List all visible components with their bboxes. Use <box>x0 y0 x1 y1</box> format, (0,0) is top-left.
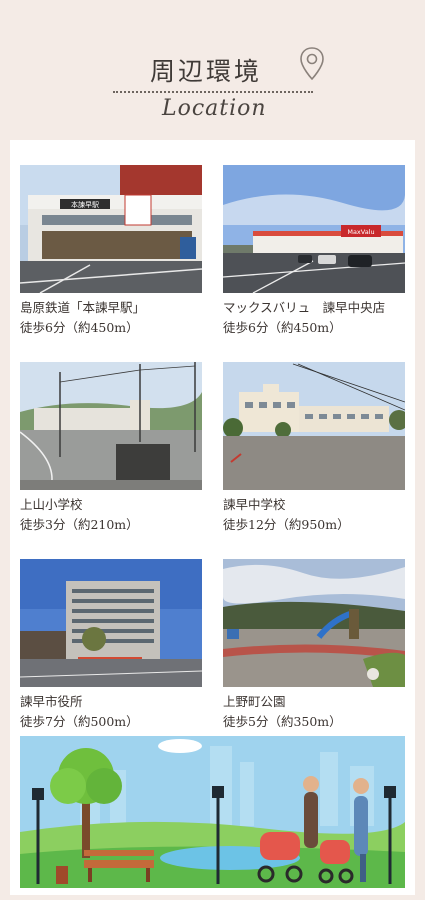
station-sign: 本諫早駅 <box>71 200 99 209</box>
map-pin-icon <box>300 47 324 81</box>
page-subtitle: Location <box>162 96 267 121</box>
place-distance: 徒歩6分（約450m） <box>223 320 342 335</box>
supermarket-sign: MaxValu <box>347 228 374 236</box>
place-distance: 徒歩12分（約950m） <box>223 517 350 532</box>
place-name: マックスバリュ 諫早中央店 <box>223 300 386 315</box>
park-illustration <box>20 736 405 888</box>
title-divider <box>113 91 313 93</box>
place-name: 諫早市役所 <box>20 694 83 709</box>
place-name: 上山小学校 <box>20 497 83 512</box>
place-name: 諫早中学校 <box>223 497 286 512</box>
station-photo: 本諫早駅 <box>20 165 202 293</box>
junior-high-school-photo <box>223 362 405 490</box>
supermarket-photo: MaxValu <box>223 165 405 293</box>
place-name: 島原鉄道「本諫早駅」 <box>20 300 146 315</box>
place-distance: 徒歩5分（約350m） <box>223 714 342 729</box>
city-hall-photo <box>20 559 202 687</box>
place-distance: 徒歩6分（約450m） <box>20 320 139 335</box>
place-distance: 徒歩3分（約210m） <box>20 517 139 532</box>
place-name: 上野町公園 <box>223 694 286 709</box>
page-title: 周辺環境 <box>150 57 263 86</box>
park-photo <box>223 559 405 687</box>
elementary-school-photo <box>20 362 202 490</box>
place-distance: 徒歩7分（約500m） <box>20 714 139 729</box>
header: 周辺環境 Location <box>0 0 425 140</box>
